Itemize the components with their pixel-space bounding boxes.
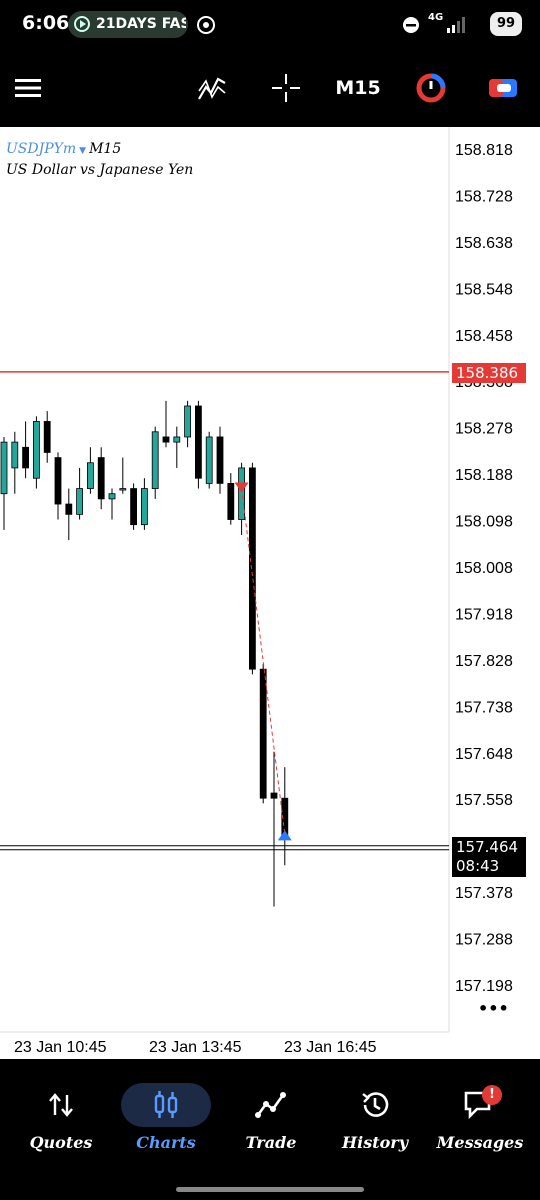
nav-messages[interactable]: ! Messages [430,1081,530,1161]
price-tick-label: 158.008 [455,560,513,577]
symbol-dropdown-icon[interactable]: ▼ [79,146,86,156]
price-tick-label: 158.818 [455,142,513,159]
candle-body [227,482,235,520]
notification-pill[interactable]: 21DAYS FAS [68,11,188,38]
new-order-button[interactable] [484,62,522,114]
indicators-button[interactable] [194,62,230,114]
ask-price-label: 158.386 [452,363,526,383]
current-price-box: 157.464 08:43 [452,837,526,877]
price-tick-label: 157.198 [455,978,513,995]
price-tick-label: 157.378 [455,885,513,902]
candle-body [0,441,8,495]
candle-body [54,457,62,505]
symbol-header: USDJPYm ▼ M15 [6,141,121,157]
candle-body [259,668,267,799]
price-tick-label: 157.648 [455,746,513,763]
indicator-icon [198,77,226,100]
candle-body [97,457,105,500]
nav-charts[interactable]: Charts [116,1081,216,1161]
candle-body [173,436,181,443]
candle-body [248,467,256,670]
price-tick-label: 157.828 [455,653,513,670]
status-right: 4G 99 [402,12,522,38]
nav-history-label: History [342,1133,408,1152]
candle-body [194,405,202,479]
price-tick-label: 158.098 [455,514,513,531]
candle-body [162,436,170,443]
network-type: 4G [428,12,444,23]
menu-button[interactable] [10,62,46,114]
dnd-icon [403,17,419,33]
history-icon [362,1092,389,1117]
candle-body [184,405,192,438]
timeframe-button[interactable]: M15 [330,62,386,114]
candle-body [270,792,278,799]
nav-messages-label: Messages [436,1133,524,1152]
symbol-description: US Dollar vs Japanese Yen [6,162,194,178]
app-notification-icon [197,16,215,34]
candle-body [130,488,138,526]
price-tick-label: 158.728 [455,188,513,205]
trade-icon [255,1092,286,1118]
price-tick-label: 157.918 [455,606,513,623]
price-tick-label: 157.558 [455,792,513,809]
price-tick-label: 158.548 [455,281,513,298]
candle-body [65,503,73,515]
candle-body [238,467,246,520]
nav-trade[interactable]: Trade [221,1081,321,1161]
battery-indicator: 99 [490,12,522,36]
symbol-timeframe: M15 [89,141,122,157]
candle-body [76,488,83,515]
app-toolbar: M15 [0,50,540,127]
one-click-button[interactable] [412,62,450,114]
candle-body [33,421,40,479]
home-indicator[interactable] [176,1187,364,1192]
time-tick-label: 23 Jan 13:45 [149,1039,242,1056]
nav-charts-label: Charts [136,1133,196,1152]
quotes-icon [49,1093,73,1117]
price-tick-label: 158.188 [455,467,513,484]
price-tick-label: 157.288 [455,932,513,949]
new-order-icon [489,79,517,97]
status-bar: 6:06 21DAYS FAS 4G 99 [0,0,540,50]
nav-history[interactable]: History [325,1081,425,1161]
candle-countdown: 08:43 [456,857,500,875]
price-tick-label: 157.738 [455,699,513,716]
play-icon [74,16,90,32]
status-time: 6:06 [22,12,70,34]
sell-marker [234,482,249,493]
nav-trade-label: Trade [245,1133,297,1152]
more-button[interactable]: ••• [478,999,509,1018]
candle-body [151,431,159,489]
price-tick-label: 158.638 [455,235,513,252]
symbol-name[interactable]: USDJPYm [6,141,76,157]
time-tick-label: 23 Jan 16:45 [284,1039,377,1056]
signal-icon [447,17,465,33]
candle-body [87,462,94,489]
hamburger-icon [15,79,41,97]
candle-body [140,488,148,526]
charts-icon [154,1091,178,1118]
candle-body [205,436,213,484]
price-tick-label: 158.458 [455,328,513,345]
nav-quotes[interactable]: Quotes [11,1081,111,1161]
chart-area[interactable]: 158.818 158.728 158.638 158.548 158.458 158.3… [0,127,540,1059]
notification-text: 21DAYS FAS [96,16,186,32]
candle-body [11,441,19,469]
candlestick-chart[interactable]: 158.818 158.728 158.638 158.548 158.458 158.3… [0,127,540,1059]
crosshair-icon [272,74,300,102]
candle-body [216,436,224,484]
one-click-trading-icon [416,73,446,103]
time-tick-label: 23 Jan 10:45 [14,1039,107,1056]
crosshair-button[interactable] [268,62,304,114]
candle-body [22,446,30,469]
candle-body [108,493,116,500]
price-tick-label: 158.278 [455,421,513,438]
candle-body [43,421,51,453]
candle-body [119,488,127,491]
nav-quotes-label: Quotes [29,1133,93,1152]
messages-badge: ! [482,1085,502,1105]
current-price-label: 157.464 [456,838,519,856]
buy-marker [277,830,292,841]
